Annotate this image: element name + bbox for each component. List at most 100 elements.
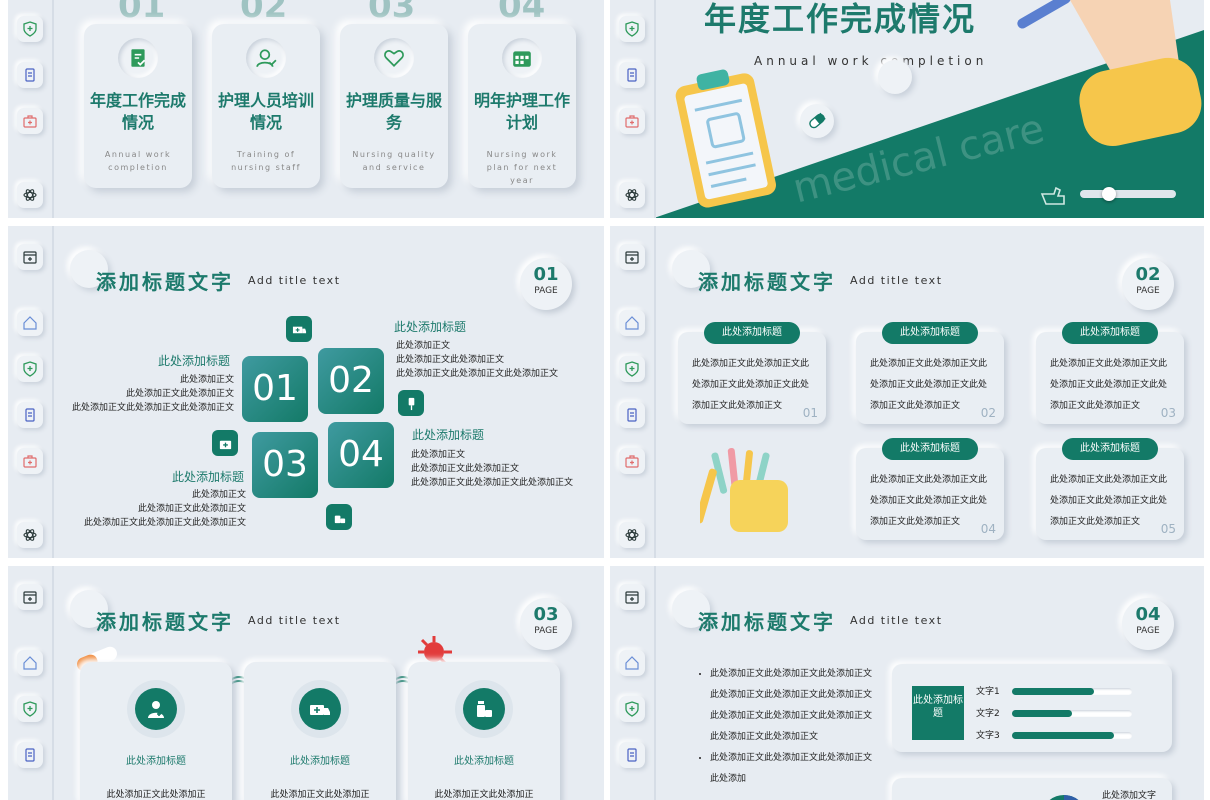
box-number: 02 xyxy=(980,406,996,420)
box-text: 此处添加正文此处添加正文此处添加正文此处添加正文此处添加正文此处添加正文 xyxy=(870,475,988,527)
home-icon[interactable] xyxy=(619,650,645,676)
number-square: 01 xyxy=(242,356,308,422)
shield-icon[interactable] xyxy=(619,16,645,42)
text-box[interactable]: 此处添加标题 此处添加正文此处添加正文此处添加正文此处添加正文此处添加正文此处添… xyxy=(1036,322,1184,424)
slide-page-01[interactable]: 添加标题文字 Add title text 01 PAGE 01 02 03 0… xyxy=(8,226,604,558)
archive-add-icon[interactable] xyxy=(17,584,43,610)
progress-row: 文字1 xyxy=(976,684,1166,698)
progress-track xyxy=(1012,732,1132,739)
home-icon[interactable] xyxy=(17,310,43,336)
pointing-hand-icon xyxy=(1040,186,1065,205)
side-rail xyxy=(610,0,656,218)
document-icon[interactable] xyxy=(17,402,43,428)
progress-label: 文字2 xyxy=(976,709,1000,719)
donut-chart-icon xyxy=(1049,795,1079,800)
pencil-cup-illustration xyxy=(700,448,788,532)
shield-icon[interactable] xyxy=(17,356,43,382)
slide-page-04[interactable]: 添加标题文字 Add title text 04 PAGE 此处添加正文此处添加… xyxy=(610,566,1204,800)
document-icon[interactable] xyxy=(17,62,43,88)
home-icon[interactable] xyxy=(17,650,43,676)
panel-label: 此处添加标题 xyxy=(912,686,964,740)
agenda-card[interactable]: 护理质量与服务 Nursing quality and service xyxy=(340,24,448,188)
page-subtitle: Add title text xyxy=(850,614,943,627)
progress-fill xyxy=(1012,688,1094,695)
side-rail xyxy=(8,566,54,800)
agenda-card[interactable]: 护理人员培训情况 Training of nursing staff xyxy=(212,24,320,188)
card-subtitle: Annual work completion xyxy=(104,150,172,172)
text-box[interactable]: 此处添加标题 此处添加正文此处添加正文此处添加正文此处添加正文此处添加正文此处添… xyxy=(678,322,826,424)
info-card[interactable]: 此处添加标题 此处添加正文此处添加正 xyxy=(408,662,560,800)
medical-kit-icon xyxy=(212,430,238,456)
icon-ring xyxy=(127,680,185,738)
block-title: 此处添加标题 xyxy=(394,320,467,334)
page-number: 01 xyxy=(533,264,559,285)
text-box[interactable]: 此处添加标题 此处添加正文此处添加正文此处添加正文此处添加正文此处添加正文此处添… xyxy=(856,438,1004,540)
first-aid-kit-icon[interactable] xyxy=(619,448,645,474)
doctor-icon xyxy=(135,688,177,730)
block-body: 此处添加正文 此处添加正文此处添加正文 此处添加正文此处添加正文此处添加正文 xyxy=(71,375,234,413)
box-number: 03 xyxy=(1160,406,1176,420)
box-label: 此处添加标题 xyxy=(882,438,978,460)
page-label: PAGE xyxy=(1136,286,1160,296)
iv-drip-icon xyxy=(398,390,424,416)
shield-icon[interactable] xyxy=(17,16,43,42)
info-card[interactable]: 此处添加标题 此处添加正文此处添加正 xyxy=(244,662,396,800)
slide-section-title[interactable]: 年度工作完成情况 Annual work completion medical … xyxy=(610,0,1204,218)
footer-panel: 此处添加文字 xyxy=(892,778,1172,800)
document-icon[interactable] xyxy=(619,742,645,768)
card-subtitle: Training of nursing staff xyxy=(231,150,301,172)
box-number: 04 xyxy=(980,522,996,536)
progress-label: 文字3 xyxy=(976,731,1000,741)
card-title: 护理质量与服务 xyxy=(346,91,443,132)
page-number: 03 xyxy=(533,604,559,625)
atom-icon[interactable] xyxy=(17,182,43,208)
card-body: 此处添加正文此处添加正 xyxy=(434,790,534,800)
slider-knob[interactable] xyxy=(1102,187,1116,201)
bullet-item: 此处添加正文此处添加正文此处添加正文此处添加正文此处添加正文此处添加正文此处添加… xyxy=(710,664,876,748)
document-icon[interactable] xyxy=(619,62,645,88)
slide-agenda[interactable]: 01 02 03 04 年度工作完成情况 Annual work complet… xyxy=(8,0,604,218)
archive-add-icon[interactable] xyxy=(619,244,645,270)
page-title: 添加标题文字 xyxy=(698,610,836,634)
page-title: 添加标题文字 xyxy=(96,610,234,634)
document-icon[interactable] xyxy=(17,742,43,768)
first-aid-kit-icon[interactable] xyxy=(619,108,645,134)
progress-track xyxy=(1012,688,1132,695)
bullet-item: 此处添加正文此处添加正文此处添加正文此处添加 xyxy=(710,748,876,790)
shield-icon[interactable] xyxy=(17,696,43,722)
page-label: PAGE xyxy=(534,286,558,296)
shield-icon[interactable] xyxy=(619,356,645,382)
info-card[interactable]: 此处添加标题 此处添加正文此处添加正 xyxy=(80,662,232,800)
atom-icon[interactable] xyxy=(17,522,43,548)
card-title: 年度工作完成情况 xyxy=(90,91,187,132)
number-square: 04 xyxy=(328,422,394,488)
block-body: 此处添加正文 此处添加正文此处添加正文 此处添加正文此处添加正文此处添加正文 xyxy=(83,490,246,528)
archive-add-icon[interactable] xyxy=(619,584,645,610)
pill-badge-icon xyxy=(800,104,834,138)
atom-icon[interactable] xyxy=(619,522,645,548)
text-box[interactable]: 此处添加标题 此处添加正文此处添加正文此处添加正文此处添加正文此处添加正文此处添… xyxy=(856,322,1004,424)
document-icon[interactable] xyxy=(619,402,645,428)
agenda-card[interactable]: 年度工作完成情况 Annual work completion xyxy=(84,24,192,188)
box-text: 此处添加正文此处添加正文此处添加正文此处添加正文此处添加正文此处添加正文 xyxy=(870,359,988,411)
shield-icon[interactable] xyxy=(619,696,645,722)
footer-label: 此处添加文字 xyxy=(1102,791,1157,800)
block-body: 此处添加正文 此处添加正文此处添加正文 此处添加正文此处添加正文此处添加正文 xyxy=(411,450,574,488)
first-aid-kit-icon[interactable] xyxy=(17,448,43,474)
box-text: 此处添加正文此处添加正文此处添加正文此处添加正文此处添加正文此处添加正文 xyxy=(1050,475,1168,527)
archive-add-icon[interactable] xyxy=(17,244,43,270)
calendar-icon xyxy=(502,38,542,78)
card-subtitle: Nursing work plan for next year xyxy=(486,150,558,185)
bullet-list: 此处添加正文此处添加正文此处添加正文此处添加正文此处添加正文此处添加正文此处添加… xyxy=(696,664,876,790)
agenda-card[interactable]: 明年护理工作计划 Nursing work plan for next year xyxy=(468,24,576,188)
first-aid-kit-icon[interactable] xyxy=(17,108,43,134)
slide-page-03[interactable]: 添加标题文字 Add title text 03 PAGE 此处添加标题 此处添… xyxy=(8,566,604,800)
page-title: 添加标题文字 xyxy=(96,270,234,294)
number-square: 03 xyxy=(252,432,318,498)
home-icon[interactable] xyxy=(619,310,645,336)
slide-page-02[interactable]: 添加标题文字 Add title text 02 PAGE 此处添加标题 此处添… xyxy=(610,226,1204,558)
slider-track[interactable] xyxy=(1080,190,1176,198)
text-box[interactable]: 此处添加标题 此处添加正文此处添加正文此处添加正文此处添加正文此处添加正文此处添… xyxy=(1036,438,1184,540)
atom-icon[interactable] xyxy=(619,182,645,208)
page-subtitle: Add title text xyxy=(248,274,341,287)
